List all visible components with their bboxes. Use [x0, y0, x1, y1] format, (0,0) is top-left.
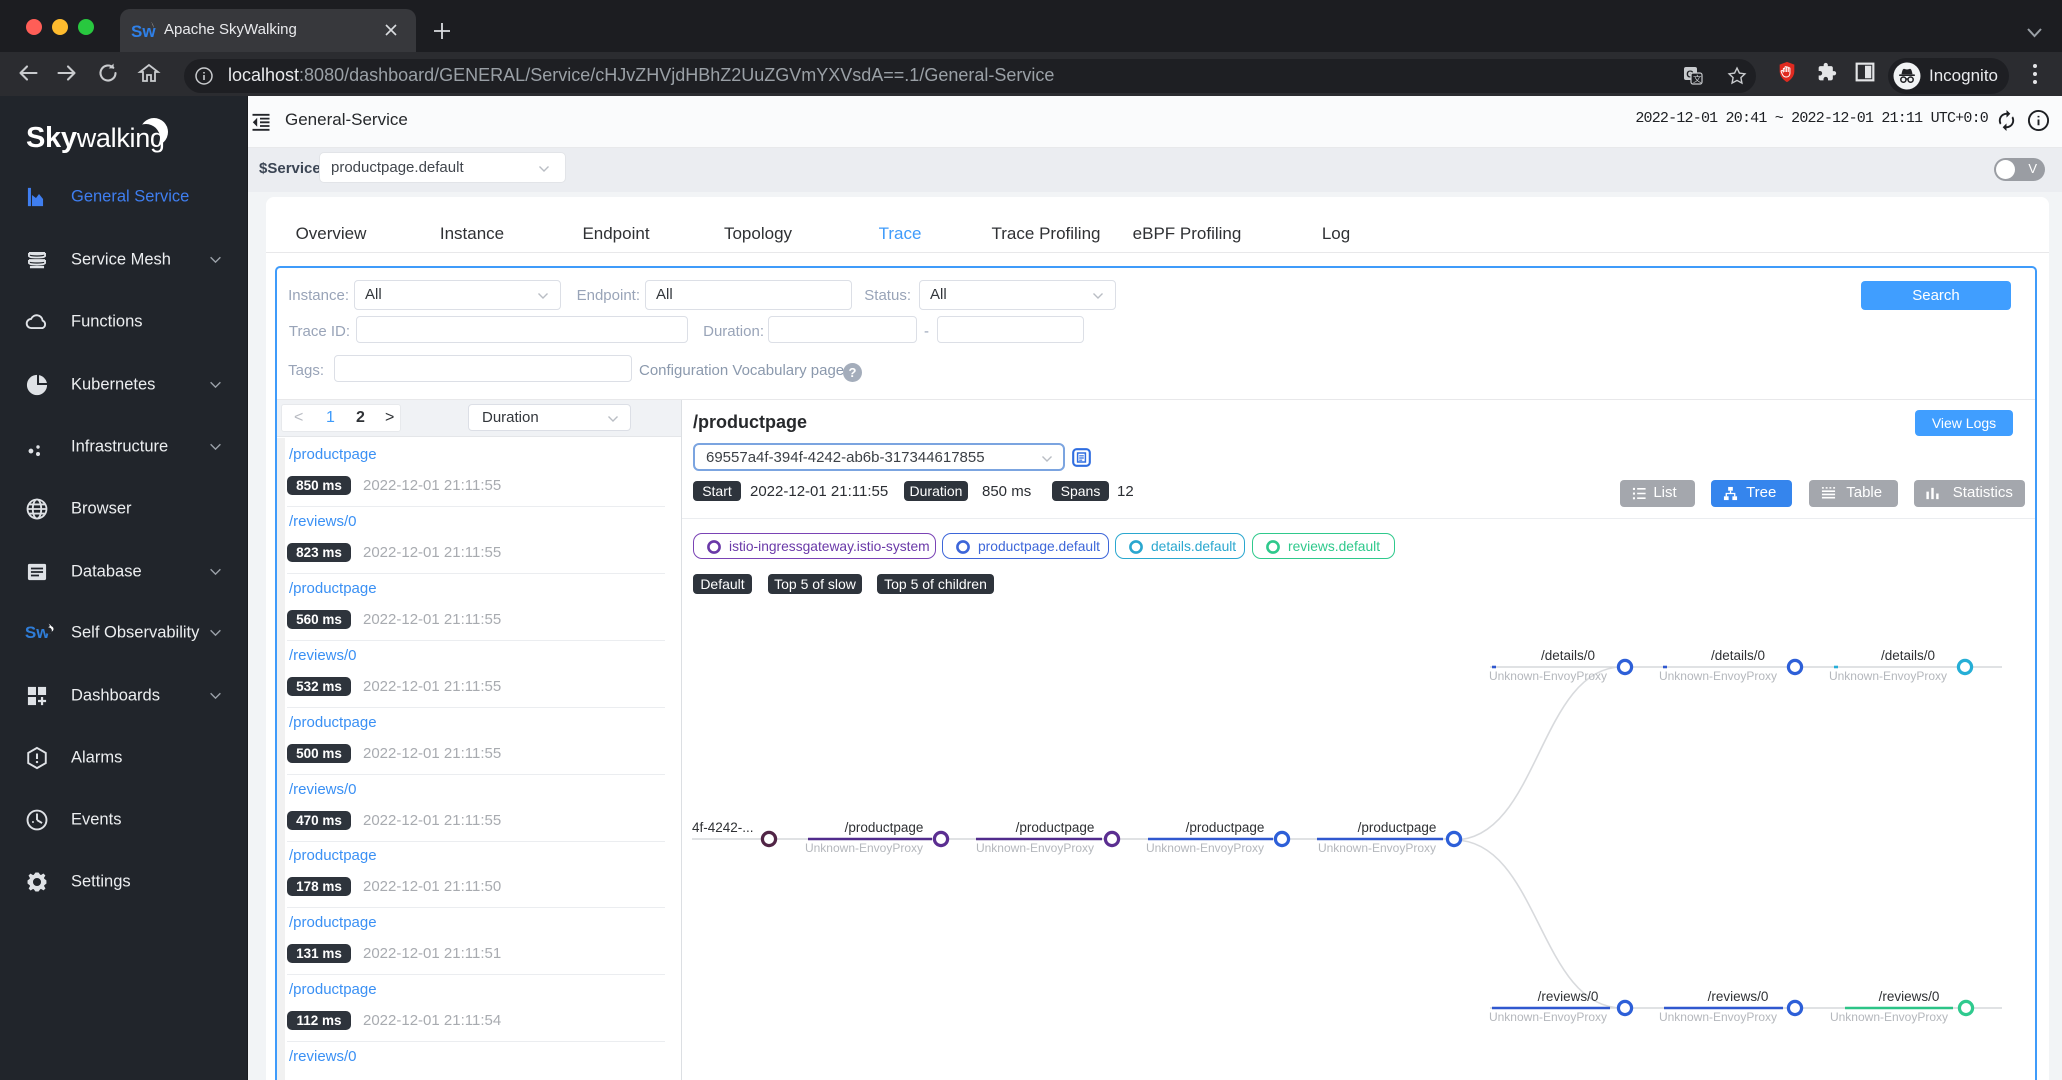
svg-text:Unknown-EnvoyProxy: Unknown-EnvoyProxy	[1830, 1010, 1948, 1024]
svg-text:Unknown-EnvoyProxy: Unknown-EnvoyProxy	[1318, 841, 1436, 855]
svg-text:Unknown-EnvoyProxy: Unknown-EnvoyProxy	[1659, 1010, 1777, 1024]
svg-text:/productpage: /productpage	[1186, 820, 1265, 835]
svg-text:/details/0: /details/0	[1881, 648, 1935, 663]
svg-text:Unknown-EnvoyProxy: Unknown-EnvoyProxy	[805, 841, 923, 855]
svg-text:/productpage: /productpage	[845, 820, 924, 835]
svg-text:/productpage: /productpage	[1358, 820, 1437, 835]
svg-text:/reviews/0: /reviews/0	[1538, 989, 1599, 1004]
svg-text:/details/0: /details/0	[1711, 648, 1765, 663]
svg-text:Unknown-EnvoyProxy: Unknown-EnvoyProxy	[1659, 669, 1777, 683]
svg-text:/reviews/0: /reviews/0	[1708, 989, 1769, 1004]
svg-text:/details/0: /details/0	[1541, 648, 1595, 663]
svg-text:4f-4242-...: 4f-4242-...	[692, 820, 754, 835]
svg-text:文: 文	[1693, 74, 1702, 84]
svg-text:Unknown-EnvoyProxy: Unknown-EnvoyProxy	[1489, 1010, 1607, 1024]
svg-text:Sw: Sw	[131, 22, 156, 41]
svg-text:Unknown-EnvoyProxy: Unknown-EnvoyProxy	[1489, 669, 1607, 683]
svg-text:/reviews/0: /reviews/0	[1879, 989, 1940, 1004]
svg-text:Unknown-EnvoyProxy: Unknown-EnvoyProxy	[1146, 841, 1264, 855]
svg-text:/productpage: /productpage	[1016, 820, 1095, 835]
svg-text:Unknown-EnvoyProxy: Unknown-EnvoyProxy	[1829, 669, 1947, 683]
svg-text:Unknown-EnvoyProxy: Unknown-EnvoyProxy	[976, 841, 1094, 855]
